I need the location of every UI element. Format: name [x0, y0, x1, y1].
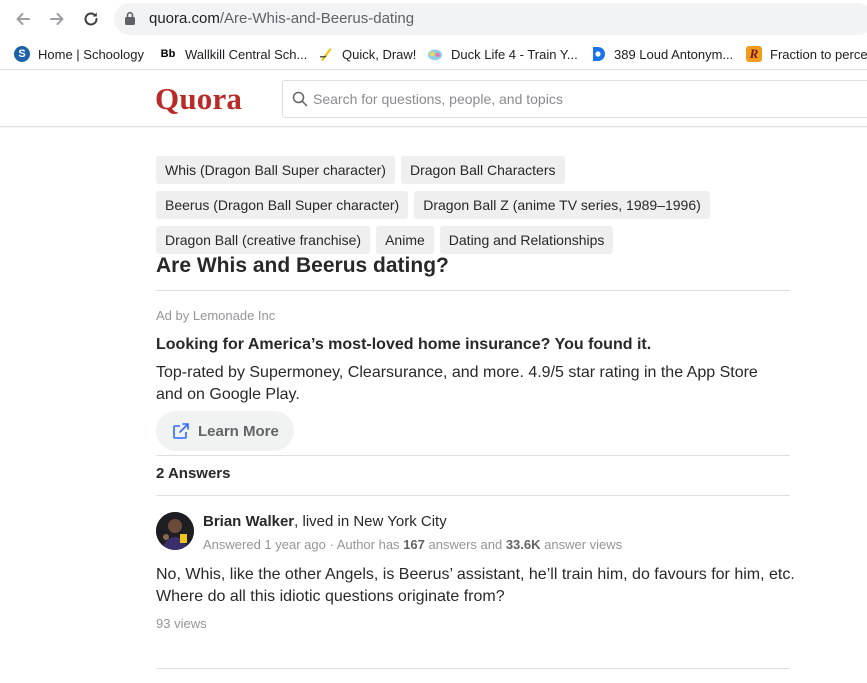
back-arrow-icon: [16, 13, 30, 25]
lock-icon: [124, 11, 136, 30]
quora-logo[interactable]: Quora: [155, 81, 242, 117]
browser-toolbar: quora.com/Are-Whis-and-Beerus-dating: [0, 0, 867, 38]
dictionary-icon: [590, 46, 606, 62]
divider: [156, 290, 790, 291]
learn-more-label: Learn More: [198, 422, 279, 440]
answer-body[interactable]: No, Whis, like the other Angels, is Beer…: [156, 564, 796, 608]
divider: [156, 455, 790, 456]
meta-text: answer views: [540, 537, 623, 552]
search-input[interactable]: Search for questions, people, and topics: [282, 80, 867, 118]
forward-arrow-icon: [50, 13, 64, 25]
bookmark-label: Wallkill Central Sch...: [185, 46, 308, 62]
site-header: Quora Search for questions, people, and …: [0, 71, 867, 127]
bookmark-wallkill[interactable]: Bb Wallkill Central Sch...: [159, 44, 308, 64]
answer-views[interactable]: 93 views: [156, 616, 207, 631]
topic-tag[interactable]: Whis (Dragon Ball Super character): [156, 156, 395, 184]
bookmark-schoology[interactable]: S Home | Schoology: [14, 44, 144, 64]
reload-button[interactable]: [78, 6, 104, 32]
topic-tag[interactable]: Dragon Ball Characters: [400, 156, 565, 184]
divider: [156, 495, 790, 496]
forward-button[interactable]: [44, 6, 70, 32]
avatar[interactable]: [156, 512, 194, 550]
ad-title[interactable]: Looking for America’s most-loved home in…: [156, 336, 651, 354]
topic-tag[interactable]: Dating and Relationships: [439, 226, 614, 254]
topic-tag[interactable]: Dragon Ball Z (anime TV series, 1989–199…: [414, 191, 710, 219]
author-line: Brian Walker, lived in New York City: [203, 513, 447, 530]
bookmark-label: Home | Schoology: [38, 46, 144, 62]
blackboard-icon: Bb: [160, 48, 176, 60]
bookmark-quickdraw[interactable]: Quick, Draw!: [318, 44, 416, 64]
bookmark-fraction[interactable]: R Fraction to percent: [746, 44, 867, 64]
bookmark-ducklife[interactable]: Duck Life 4 - Train Y...: [427, 44, 578, 64]
bookmark-label: Quick, Draw!: [342, 46, 417, 62]
meta-text: answers and: [424, 537, 506, 552]
schoology-icon: S: [14, 46, 30, 62]
author-name[interactable]: Brian Walker: [203, 513, 294, 530]
question-title: Are Whis and Beerus dating?: [156, 254, 449, 277]
bookmark-antonyms[interactable]: 389 Loud Antonym...: [590, 44, 733, 64]
author-credential: , lived in New York City: [294, 513, 447, 530]
author-answer-count: 167: [403, 537, 425, 552]
ducklife-icon: [427, 46, 443, 62]
topic-tag[interactable]: Beerus (Dragon Ball Super character): [156, 191, 409, 219]
back-button[interactable]: [10, 6, 36, 32]
topic-tags: Whis (Dragon Ball Super character) Drago…: [156, 156, 790, 254]
reload-icon: [84, 12, 98, 26]
address-bar[interactable]: quora.com/Are-Whis-and-Beerus-dating: [114, 3, 867, 35]
search-placeholder: Search for questions, people, and topics: [313, 91, 563, 107]
bookmark-label: 389 Loud Antonym...: [614, 46, 734, 62]
answer-meta: Answered 1 year ago · Author has 167 ans…: [203, 537, 622, 552]
answers-count: 2 Answers: [156, 465, 231, 482]
ad-sponsor: Ad by Lemonade Inc: [156, 308, 276, 323]
search-icon: [292, 91, 308, 112]
learn-more-button[interactable]: Learn More: [156, 411, 294, 451]
divider: [156, 668, 790, 669]
bookmark-label: Duck Life 4 - Train Y...: [451, 46, 578, 62]
answered-date[interactable]: Answered 1 year ago · Author has: [203, 537, 403, 552]
author-answer-views: 33.6K: [505, 537, 541, 552]
bookmark-label: Fraction to percent: [770, 46, 867, 62]
ad-description: Top-rated by Supermoney, Clearsurance, a…: [156, 364, 758, 403]
external-link-icon: [173, 423, 189, 439]
topic-tag[interactable]: Anime: [376, 226, 434, 254]
bookmarks-bar: S Home | Schoology Bb Wallkill Central S…: [0, 38, 867, 70]
url-text: quora.com/Are-Whis-and-Beerus-dating: [149, 10, 415, 27]
topic-tag[interactable]: Dragon Ball (creative franchise): [156, 226, 371, 254]
r-icon: R: [746, 46, 762, 62]
quickdraw-icon: [318, 46, 334, 62]
